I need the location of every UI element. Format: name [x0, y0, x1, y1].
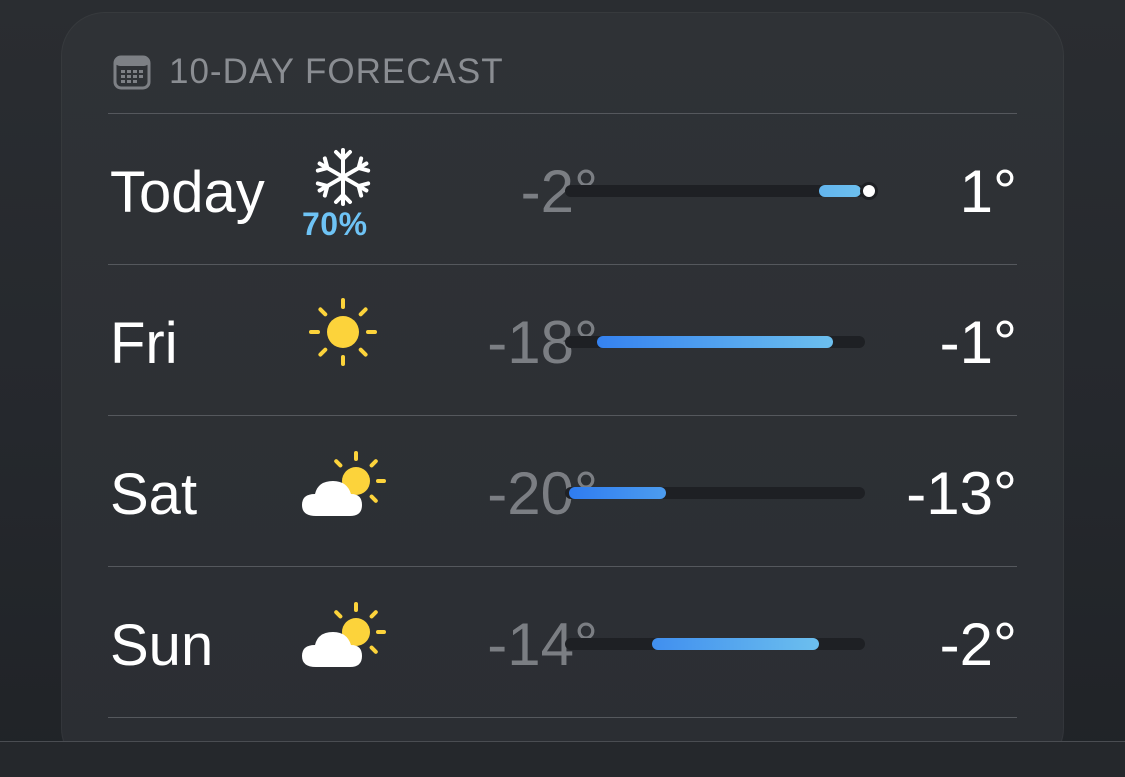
high-temperature: -1° — [939, 309, 1017, 376]
day-label: Today — [110, 160, 265, 225]
high-temperature: 1° — [959, 158, 1017, 225]
forecast-row-sun[interactable]: Sun -14° -2° — [108, 567, 1017, 717]
temperature-range-track — [565, 336, 865, 348]
temperature-range-bar — [596, 336, 834, 348]
partly-cloudy-icon — [298, 595, 398, 685]
temperature-range-bar — [819, 185, 861, 197]
forecast-header: 10-DAY FORECAST — [113, 50, 504, 94]
day-label: Sun — [110, 613, 214, 678]
sun-icon — [298, 293, 398, 383]
calendar-icon — [113, 55, 151, 90]
temperature-range-track — [565, 185, 875, 197]
day-label: Sat — [110, 462, 198, 527]
forecast-row-sat[interactable]: Sat -20° -13° — [108, 416, 1017, 566]
high-temperature: -2° — [939, 611, 1017, 678]
high-temperature: -13° — [906, 460, 1017, 527]
divider — [108, 717, 1017, 718]
weather-screen: 10-DAY FORECAST Today 70% -2° 1° Fri -18… — [0, 0, 1125, 777]
temperature-range-track — [565, 487, 865, 499]
temperature-range-bar — [652, 638, 820, 650]
forecast-row-fri[interactable]: Fri -18° -1° — [108, 265, 1017, 415]
temperature-range-bar — [569, 487, 667, 499]
partly-cloudy-icon — [298, 444, 398, 534]
temperature-range-track — [565, 638, 865, 650]
day-label: Fri — [110, 311, 178, 376]
bottom-toolbar — [0, 741, 1125, 777]
ten-day-forecast-card[interactable]: 10-DAY FORECAST Today 70% -2° 1° Fri -18… — [61, 12, 1064, 772]
forecast-title: 10-DAY FORECAST — [169, 52, 504, 91]
forecast-row-today[interactable]: Today 70% -2° 1° — [108, 114, 1017, 264]
precipitation-chance: 70% — [302, 206, 368, 242]
